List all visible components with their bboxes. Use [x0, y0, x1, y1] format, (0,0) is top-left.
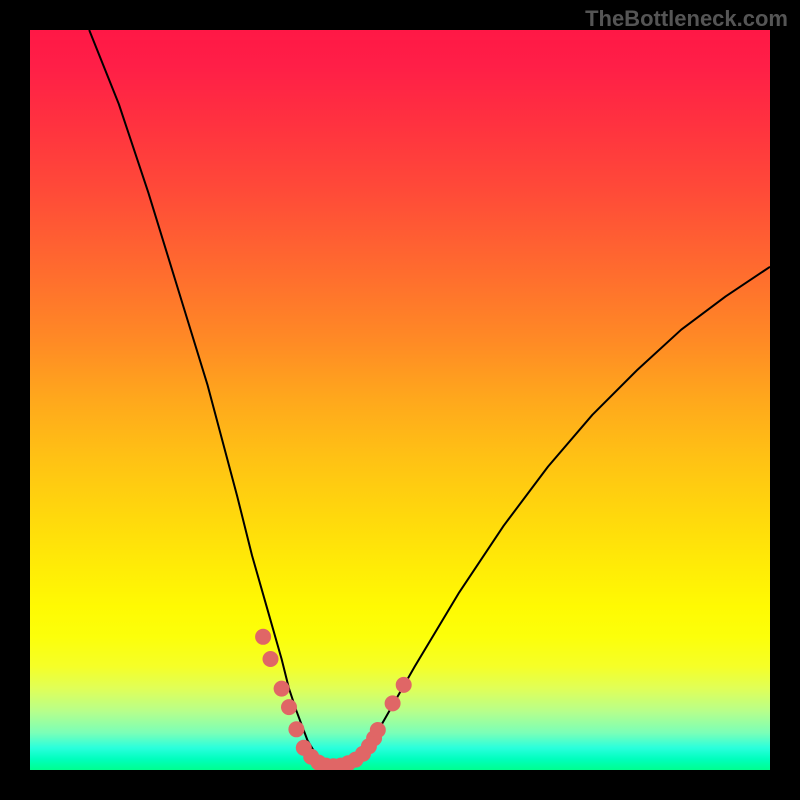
highlight-dot	[281, 699, 297, 715]
highlight-dot	[370, 722, 386, 738]
watermark-text: TheBottleneck.com	[585, 6, 788, 32]
highlight-dot	[274, 681, 290, 697]
highlight-dot	[288, 721, 304, 737]
bottleneck-curve-line	[89, 30, 770, 766]
chart-svg	[30, 30, 770, 770]
highlight-dot	[263, 651, 279, 667]
highlight-dot	[255, 629, 271, 645]
highlight-dot	[385, 695, 401, 711]
highlight-dot	[396, 677, 412, 693]
chart-plot-area	[30, 30, 770, 770]
